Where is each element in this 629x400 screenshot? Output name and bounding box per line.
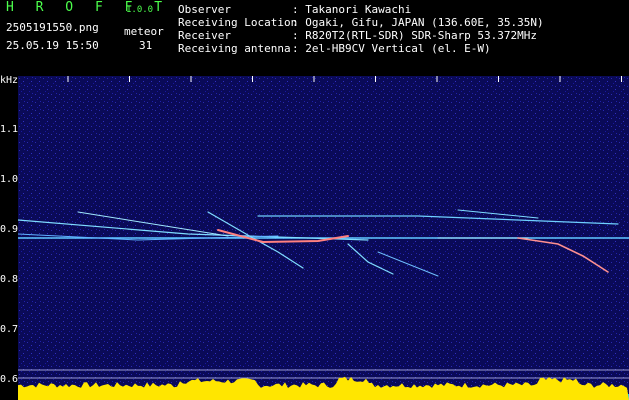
y-axis-unit: kHz	[0, 75, 19, 86]
spectrogram	[18, 76, 629, 400]
antenna-label: Receiving antenna	[178, 42, 291, 55]
file-name: 2505191550.png	[6, 21, 99, 34]
header-panel: H R O F F T 1.0.0 2505191550.png 25.05.1…	[0, 0, 629, 76]
receiver-label: Receiver	[178, 29, 231, 42]
y-tick-label: 1.1	[0, 124, 19, 135]
meteor-count: 31	[139, 39, 153, 52]
meteor-label: meteor	[124, 25, 164, 38]
y-tick-label: 0.7	[0, 324, 19, 335]
observer-value: : Takanori Kawachi	[292, 3, 412, 16]
receiver-value: : R820T2(RTL-SDR) SDR-Sharp 53.372MHz	[292, 29, 538, 42]
app-version: 1.0.0	[126, 5, 154, 15]
y-tick-label: 1.0	[0, 174, 19, 185]
observer-label: Observer	[178, 3, 231, 16]
location-label: Receiving Location	[178, 16, 298, 29]
y-tick-label: 0.8	[0, 274, 19, 285]
timestamp: 25.05.19 15:50	[6, 39, 99, 52]
y-tick-label: 0.6	[0, 374, 19, 385]
y-tick-label: 0.9	[0, 224, 19, 235]
location-value: : Ogaki, Gifu, JAPAN (136.60E, 35.35N)	[292, 16, 544, 29]
antenna-value: : 2el-HB9CV Vertical (el. E-W)	[292, 42, 491, 55]
